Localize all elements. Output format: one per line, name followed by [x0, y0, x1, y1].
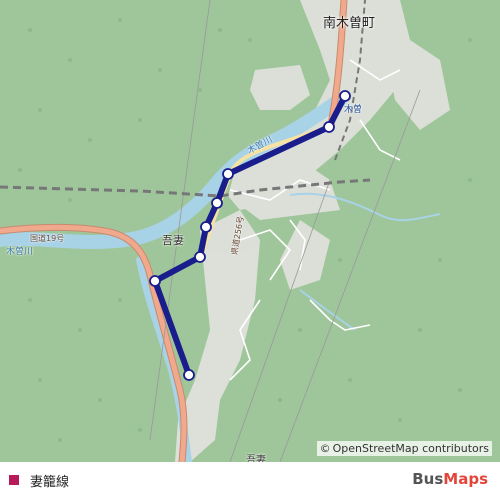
attribution-text[interactable]: OpenStreetMap contributors	[333, 442, 489, 455]
bus-stop	[194, 251, 206, 263]
bus-stop	[339, 90, 351, 102]
brand-part-2: Maps	[443, 470, 488, 488]
bus-stop	[183, 369, 195, 381]
place-label: 吾妻	[246, 455, 266, 462]
copyright-symbol: ©	[319, 442, 331, 455]
town-label: 南木曽町	[323, 16, 376, 31]
river-label: 木曽川	[6, 247, 34, 257]
bus-stop	[222, 168, 234, 180]
route-name: 妻籠線	[30, 475, 70, 490]
busmaps-logo[interactable]: BusMaps	[412, 470, 488, 488]
bus-stop	[323, 121, 335, 133]
map-attribution[interactable]: © OpenStreetMap contributors	[316, 441, 492, 456]
bus-stop	[200, 221, 212, 233]
urban-areas	[175, 0, 450, 462]
route-color-swatch	[9, 475, 19, 485]
map-canvas	[0, 0, 472, 462]
bus-stop	[211, 197, 223, 209]
stream-2	[299, 289, 356, 331]
primary-road	[0, 223, 188, 462]
bus-stop	[149, 275, 161, 287]
brand-part-1: Bus	[412, 470, 444, 488]
station-label: 吾妻	[162, 234, 184, 247]
road-label: 国道19号	[30, 234, 65, 243]
map[interactable]: 南木曽町 吾妻 木曽 木曽川 木曽川 国道19号 県道256号 吾妻 © Open…	[0, 0, 500, 462]
station-label-2: 木曽	[344, 105, 363, 115]
